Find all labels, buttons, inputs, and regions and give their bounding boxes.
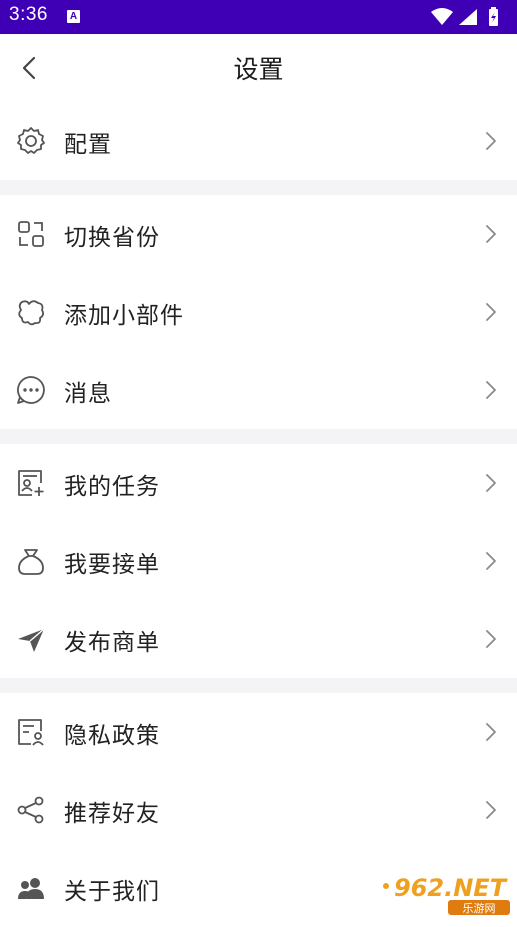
chevron-right-icon <box>486 132 496 150</box>
section-divider <box>0 429 517 444</box>
settings-row-my-tasks[interactable]: 我的任务 <box>0 444 517 522</box>
chevron-right-icon <box>486 225 496 243</box>
share-icon <box>17 796 44 824</box>
watermark-brand: 962.NET <box>394 874 508 902</box>
switch-icon <box>18 221 44 247</box>
money-bag-icon <box>18 549 44 575</box>
signal-icon <box>459 9 477 25</box>
page-title: 设置 <box>233 55 284 84</box>
settings-row-label: 发布商单 <box>64 630 160 656</box>
settings-row-label: 推荐好友 <box>64 801 160 827</box>
system-status-icons <box>431 7 498 26</box>
wifi-icon <box>431 8 453 25</box>
settings-row-recommend-friends[interactable]: 推荐好友 <box>0 771 517 849</box>
settings-row-add-widget[interactable]: 添加小部件 <box>0 273 517 351</box>
settings-row-label: 我的任务 <box>64 474 160 500</box>
app-header: 设置 <box>0 34 517 102</box>
settings-row-label: 配置 <box>64 132 112 158</box>
settings-row-accept-orders[interactable]: 我要接单 <box>0 522 517 600</box>
status-bar: 3:36 A <box>0 0 517 34</box>
chevron-right-icon <box>486 801 496 819</box>
settings-row-label: 关于我们 <box>64 879 160 905</box>
chevron-right-icon <box>486 630 496 648</box>
settings-row-label: 我要接单 <box>64 552 160 578</box>
puzzle-icon <box>18 300 45 326</box>
watermark-logo: 962.NET 乐游网 <box>378 872 513 916</box>
settings-row-label: 消息 <box>64 381 112 407</box>
paper-plane-icon <box>18 628 45 652</box>
chevron-right-icon <box>486 474 496 492</box>
watermark-sub: 乐游网 <box>463 902 496 915</box>
settings-row-publish-order[interactable]: 发布商单 <box>0 600 517 678</box>
settings-row-label: 切换省份 <box>64 225 160 251</box>
settings-row-messages[interactable]: 消息 <box>0 351 517 429</box>
task-card-icon <box>18 470 44 496</box>
settings-row-label: 添加小部件 <box>64 303 184 329</box>
settings-row-privacy-policy[interactable]: 隐私政策 <box>0 693 517 771</box>
chevron-right-icon <box>486 381 496 399</box>
settings-row-config[interactable]: 配置 <box>0 102 517 180</box>
section-divider <box>0 678 517 693</box>
document-user-icon <box>18 719 44 746</box>
chevron-right-icon <box>486 303 496 321</box>
chevron-right-icon <box>486 552 496 570</box>
gear-icon <box>17 127 45 154</box>
settings-row-label: 隐私政策 <box>64 723 160 749</box>
status-time: 3:36 <box>9 4 48 25</box>
chevron-right-icon <box>486 723 496 741</box>
users-icon <box>18 878 44 899</box>
chat-bubble-icon <box>17 376 45 404</box>
section-divider <box>0 180 517 195</box>
notification-icon: A <box>67 10 80 23</box>
settings-row-switch-province[interactable]: 切换省份 <box>0 195 517 273</box>
